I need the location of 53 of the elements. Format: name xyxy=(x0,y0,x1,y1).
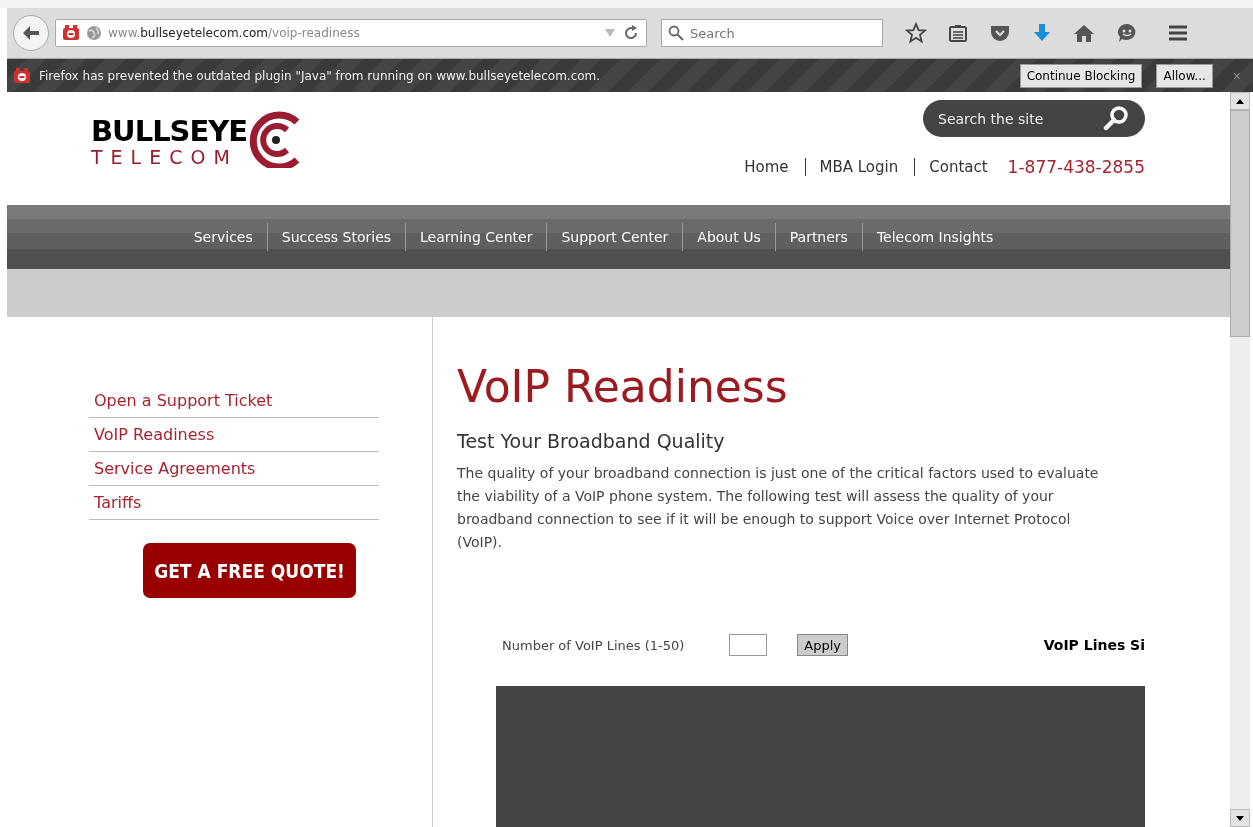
nav-link[interactable]: Telecom Insights xyxy=(861,223,1008,251)
logo-wordmark: BULLSEYE xyxy=(91,116,248,146)
pocket-icon[interactable] xyxy=(989,23,1011,43)
star-icon[interactable] xyxy=(905,22,927,44)
intro-paragraph: The quality of your broadband connection is just one of the critical factors used to evaluate the viability of a VoIP phone system. The following test will assess the quality of your broadband connection to see if it will be enough to support Voice over Internet Protocol (VoIP). xyxy=(457,464,1100,552)
free-quote-button[interactable]: GET A FREE QUOTE! xyxy=(143,543,356,598)
nav-link[interactable]: Success Stories xyxy=(266,223,406,251)
nav-link[interactable]: About Us xyxy=(682,223,775,251)
logo[interactable]: BULLSEYE TELECOM xyxy=(91,108,306,168)
lines-label: Number of VoIP Lines (1-50) xyxy=(502,637,685,653)
download-icon[interactable] xyxy=(1032,23,1052,43)
header-link[interactable]: Contact xyxy=(929,158,988,176)
scroll-thumb[interactable] xyxy=(1230,110,1250,337)
header-link[interactable]: MBA Login xyxy=(819,158,899,176)
notification-button[interactable]: Continue Blocking xyxy=(1019,63,1143,88)
nav-link[interactable]: Support Center xyxy=(546,223,683,251)
scroll-up-button[interactable] xyxy=(1230,92,1250,110)
home-icon[interactable] xyxy=(1073,23,1095,43)
notification-message: Firefox has prevented the outdated plugin "Java" from running on www.bullseyetelecom.com. xyxy=(39,68,601,83)
site-search-field[interactable]: Search the site xyxy=(923,100,1145,137)
notification-button[interactable]: Allow... xyxy=(1156,63,1213,88)
search-icon xyxy=(1103,105,1129,131)
back-arrow-icon xyxy=(22,25,40,41)
search-field[interactable]: Search xyxy=(661,19,883,47)
sidebar-link[interactable]: Service Agreements xyxy=(89,452,379,486)
sidebar-link[interactable]: VoIP Readiness xyxy=(89,418,379,452)
lines-input[interactable] xyxy=(729,634,768,656)
scroll-down-button[interactable] xyxy=(1230,809,1250,827)
url-text: www.bullseyetelecom.com/voip-readiness xyxy=(108,26,360,40)
down-arrow-icon xyxy=(1236,815,1244,821)
phone-number[interactable]: 1-877-438-2855 xyxy=(1007,157,1145,177)
back-button[interactable] xyxy=(13,15,49,51)
clipboard-icon[interactable] xyxy=(948,23,968,43)
results-heading: VoIP Lines Si xyxy=(1043,637,1145,653)
sidebar-link[interactable]: Tariffs xyxy=(89,486,379,520)
plugin-block-icon xyxy=(13,67,31,84)
globe-icon xyxy=(86,25,102,41)
plugin-block-icon xyxy=(62,25,80,41)
header-link[interactable]: Home xyxy=(744,158,789,176)
nav-link[interactable]: Partners xyxy=(774,223,862,251)
address-bar[interactable]: www.bullseyetelecom.com/voip-readiness xyxy=(55,19,647,47)
apply-button[interactable]: Apply xyxy=(797,634,848,656)
section-heading: Test Your Broadband Quality xyxy=(457,430,726,452)
chat-bubble-icon[interactable] xyxy=(1116,22,1138,44)
up-arrow-icon xyxy=(1236,98,1244,104)
reload-icon[interactable] xyxy=(622,24,640,42)
sidebar-link[interactable]: Open a Support Ticket xyxy=(89,384,379,418)
nav-link[interactable]: Services xyxy=(179,223,267,251)
page-title: VoIP Readiness xyxy=(457,361,789,412)
logo-subtitle: TELECOM xyxy=(91,146,239,168)
search-icon xyxy=(668,25,684,41)
nav-link[interactable]: Learning Center xyxy=(405,223,547,251)
menu-icon[interactable] xyxy=(1167,24,1189,42)
